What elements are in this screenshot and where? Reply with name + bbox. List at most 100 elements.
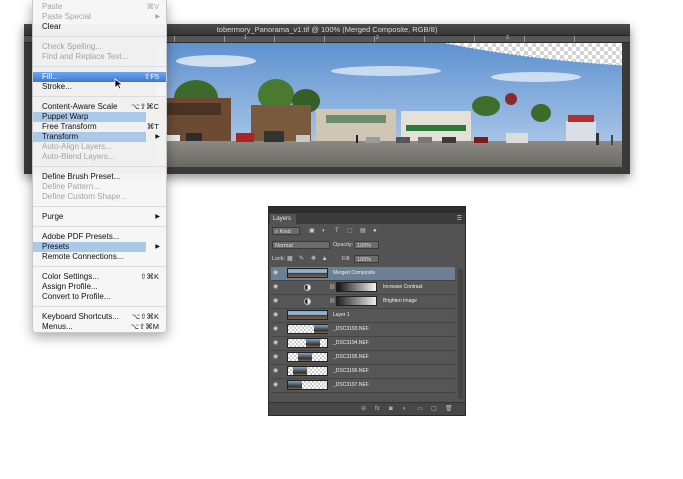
menu-item-clear[interactable]: Clear (33, 22, 166, 32)
layer-thumbnail (287, 338, 328, 348)
eye-icon[interactable]: ◉ (273, 326, 282, 333)
submenu-arrow-icon: ▶ (155, 244, 160, 250)
lock-transparent-icon[interactable]: ▦ (287, 255, 293, 263)
eye-icon[interactable]: ◉ (273, 312, 282, 319)
menu-item-menus[interactable]: Menus... ⌥⇧⌘M (33, 322, 166, 332)
layer-thumbnail (287, 366, 328, 376)
image-canvas[interactable] (156, 43, 622, 167)
menu-separator (33, 166, 166, 167)
shape-filter-icon[interactable]: ⬚ (347, 227, 353, 235)
layer-row-merged-composite[interactable]: ◉ Merged Composite (271, 267, 455, 281)
layers-panel: Layers ☰ ⌕ Kind ▣ ◐ T ⬚ ▤ ● Normal Opaci… (268, 206, 466, 416)
blend-mode-select[interactable]: Normal (272, 241, 330, 249)
fx-icon[interactable]: fx (375, 405, 380, 413)
layer-row-increase-contrast[interactable]: ◉ ⛓ Increase Contrast (271, 281, 455, 295)
opacity-label: Opacity: (333, 242, 354, 248)
pixel-filter-icon[interactable]: ▣ (309, 227, 315, 235)
eye-icon[interactable]: ◉ (273, 270, 282, 277)
ruler-mark-1: 1 (244, 35, 247, 41)
menu-item-transform[interactable]: Transform ▶ (33, 132, 166, 142)
layer-row-brighten-image[interactable]: ◉ ⛓ Brighten Image (271, 295, 455, 309)
layer-row-dsc3196[interactable]: ◉ _DSC3196.NEF (271, 365, 455, 379)
eye-icon[interactable]: ◉ (273, 298, 282, 305)
eye-icon[interactable]: ◉ (273, 284, 282, 291)
layer-row-dsc3195[interactable]: ◉ _DSC3195.NEF (271, 351, 455, 365)
menu-item-purge[interactable]: Purge ▶ (33, 212, 166, 222)
menu-item-paste-special[interactable]: Paste Special ▶ (33, 12, 166, 22)
eye-icon[interactable]: ◉ (273, 368, 282, 375)
menu-item-define-custom-shape[interactable]: Define Custom Shape... (33, 192, 166, 202)
menu-item-content-aware-scale[interactable]: Content-Aware Scale ⌥⇧⌘C (33, 102, 166, 112)
panorama-image (156, 43, 622, 167)
tab-layers[interactable]: Layers (270, 214, 296, 224)
ruler-mark-2: 2 (376, 35, 379, 41)
lock-position-icon[interactable]: ✥ (311, 255, 316, 263)
panel-footer: ⊖ fx ◙ ◐ ▭ ▢ 🗑︎ (269, 402, 465, 415)
type-filter-icon[interactable]: T (335, 227, 339, 235)
lock-label: Lock: (272, 256, 286, 262)
panel-menu-icon[interactable]: ☰ (457, 215, 462, 222)
menu-separator (33, 226, 166, 227)
menu-separator (33, 306, 166, 307)
layer-thumbnail (287, 352, 328, 362)
menu-item-assign-profile[interactable]: Assign Profile... (33, 282, 166, 292)
link-icon[interactable]: ⊖ (361, 405, 366, 413)
adjustment-icon[interactable]: ◐ (403, 405, 407, 413)
kind-filter-select[interactable]: ⌕ Kind (272, 227, 300, 235)
eye-icon[interactable]: ◉ (273, 354, 282, 361)
submenu-arrow-icon: ▶ (155, 214, 160, 220)
lock-brush-icon[interactable]: ✎ (299, 255, 304, 263)
menu-separator (33, 266, 166, 267)
menu-item-check-spelling[interactable]: Check Spelling... (33, 42, 166, 52)
filter-toggle-icon[interactable]: ● (373, 227, 377, 235)
menu-item-auto-blend-layers[interactable]: Auto-Blend Layers... (33, 152, 166, 162)
folder-icon[interactable]: ▭ (417, 405, 423, 413)
layer-row-dsc3194[interactable]: ◉ _DSC3194.NEF (271, 337, 455, 351)
mask-icon[interactable]: ◙ (389, 405, 393, 413)
scrollbar[interactable] (458, 269, 463, 399)
menu-item-remote-connections[interactable]: Remote Connections... (33, 252, 166, 262)
menu-item-color-settings[interactable]: Color Settings... ⇧⌘K (33, 272, 166, 282)
menu-item-keyboard-shortcuts[interactable]: Keyboard Shortcuts... ⌥⇧⌘K (33, 312, 166, 322)
opacity-input[interactable]: 100% (354, 241, 379, 249)
menu-item-auto-align-layers[interactable]: Auto-Align Layers... (33, 142, 166, 152)
menu-separator (33, 66, 166, 67)
adjustment-icon (304, 284, 311, 291)
ruler-mark-3: 3 (506, 35, 509, 41)
layer-mask-thumbnail (336, 282, 377, 292)
panel-tab-strip (269, 213, 465, 224)
menu-separator (33, 96, 166, 97)
menu-item-convert-to-profile[interactable]: Convert to Profile... (33, 292, 166, 302)
link-icon: ⛓ (329, 284, 336, 290)
eye-icon[interactable]: ◉ (273, 382, 282, 389)
new-layer-icon[interactable]: ▢ (431, 405, 437, 413)
smart-object-filter-icon[interactable]: ▤ (360, 227, 366, 235)
menu-item-define-pattern[interactable]: Define Pattern... (33, 182, 166, 192)
search-icon: ⌕ (275, 229, 279, 235)
menu-item-adobe-pdf-presets[interactable]: Adobe PDF Presets... (33, 232, 166, 242)
adjustment-icon (304, 298, 311, 305)
adjustment-filter-icon[interactable]: ◐ (322, 227, 326, 235)
menu-separator (33, 36, 166, 37)
trash-icon[interactable]: 🗑︎ (445, 405, 453, 413)
fill-label: Fill: (342, 256, 351, 262)
eye-icon[interactable]: ◉ (273, 340, 282, 347)
menu-item-presets[interactable]: Presets ▶ (33, 242, 166, 252)
fill-input[interactable]: 100% (354, 255, 379, 263)
menu-item-fill[interactable]: Fill... ⇧F5 (33, 72, 166, 82)
menu-item-define-brush-preset[interactable]: Define Brush Preset... (33, 172, 166, 182)
menu-separator (33, 206, 166, 207)
layer-row-dsc3197[interactable]: ◉ _DSC3197.NEF (271, 379, 455, 393)
submenu-arrow-icon: ▶ (155, 14, 160, 20)
menu-item-find-replace[interactable]: Find and Replace Text... (33, 52, 166, 62)
edit-menu: Paste ⌘V Paste Special ▶ Clear Check Spe… (32, 0, 167, 333)
menu-item-stroke[interactable]: Stroke... (33, 82, 166, 92)
layer-row-layer-1[interactable]: ◉ Layer 1 (271, 309, 455, 323)
menu-item-free-transform[interactable]: Free Transform ⌘T (33, 122, 166, 132)
layer-row-dsc3193[interactable]: ◉ _DSC3193.NEF (271, 323, 455, 337)
menu-item-puppet-warp[interactable]: Puppet Warp (33, 112, 166, 122)
menu-item-paste[interactable]: Paste ⌘V (33, 2, 166, 12)
layer-thumbnail (287, 324, 328, 334)
lock-all-icon[interactable]: 🔒︎ (323, 255, 326, 263)
mouse-pointer-icon (114, 78, 124, 90)
